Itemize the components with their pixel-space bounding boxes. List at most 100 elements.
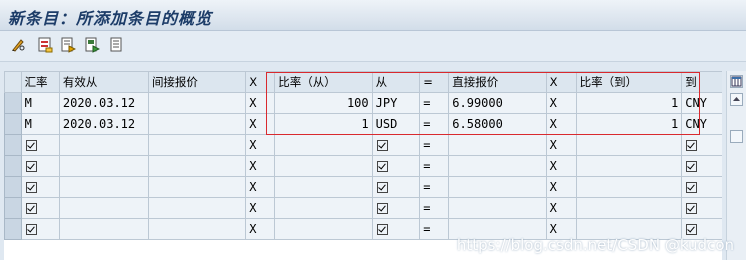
cell-ratio-from[interactable]: 100: [274, 92, 373, 114]
row-selector[interactable]: [4, 92, 22, 114]
cell-to-currency[interactable]: [681, 197, 722, 219]
row-selector[interactable]: [4, 197, 22, 219]
vertical-scrollbar[interactable]: [726, 71, 746, 260]
cell-from-currency[interactable]: [371, 197, 421, 219]
cell-from-currency[interactable]: [371, 155, 421, 177]
scroll-up-button[interactable]: [730, 93, 743, 106]
scrollbar-thumb[interactable]: [730, 130, 743, 143]
cell-direct-quote[interactable]: [448, 197, 547, 219]
cell-indirect-quote[interactable]: [147, 92, 247, 114]
cell-equals[interactable]: =: [419, 134, 450, 156]
cell-ratio-to[interactable]: 1: [575, 92, 683, 114]
cell-ratio-to[interactable]: [575, 155, 683, 177]
cell-direct-quote[interactable]: 6.58000: [448, 113, 547, 135]
cell-direct-quote[interactable]: [448, 155, 547, 177]
cell-ratio-to[interactable]: [575, 197, 683, 219]
checkbox-icon[interactable]: [376, 224, 388, 235]
cell-to-currency[interactable]: [681, 155, 722, 177]
cell-to-currency[interactable]: [681, 176, 722, 198]
cell-x2[interactable]: X: [545, 176, 577, 198]
cell-equals[interactable]: =: [419, 155, 450, 177]
cell-equals[interactable]: =: [419, 113, 450, 135]
cell-direct-quote[interactable]: 6.99000: [448, 92, 547, 114]
cell-x2[interactable]: X: [545, 92, 577, 114]
header-valid-from[interactable]: 有效从: [58, 71, 149, 93]
cell-x2[interactable]: X: [545, 155, 577, 177]
cell-rate-type[interactable]: [20, 155, 60, 177]
row-selector[interactable]: [4, 155, 22, 177]
header-equals[interactable]: =: [419, 71, 450, 93]
pencil-glasses-icon[interactable]: [10, 37, 26, 53]
header-from-currency[interactable]: 从: [371, 71, 421, 93]
cell-valid-from[interactable]: 2020.03.12: [58, 92, 149, 114]
cell-equals[interactable]: =: [419, 176, 450, 198]
header-indirect-quote[interactable]: 间接报价: [147, 71, 247, 93]
cell-rate-type[interactable]: [20, 134, 60, 156]
checkbox-icon[interactable]: [686, 224, 698, 235]
new-entries-icon[interactable]: [37, 37, 53, 53]
header-ratio-to[interactable]: 比率（到）: [575, 71, 683, 93]
row-selector[interactable]: [4, 113, 22, 135]
cell-indirect-quote[interactable]: [147, 113, 247, 135]
cell-rate-type[interactable]: M: [20, 113, 60, 135]
cell-indirect-quote[interactable]: [147, 134, 247, 156]
cell-valid-from[interactable]: [58, 218, 149, 240]
cell-ratio-from[interactable]: [274, 176, 373, 198]
cell-direct-quote[interactable]: [448, 176, 547, 198]
cell-rate-type[interactable]: M: [20, 92, 60, 114]
cell-x2[interactable]: X: [545, 113, 577, 135]
cell-valid-from[interactable]: [58, 176, 149, 198]
checkbox-icon[interactable]: [376, 161, 388, 172]
cell-x1[interactable]: X: [245, 155, 276, 177]
cell-x1[interactable]: X: [245, 218, 276, 240]
cell-to-currency[interactable]: CNY: [681, 113, 722, 135]
cell-equals[interactable]: =: [419, 197, 450, 219]
cell-from-currency[interactable]: JPY: [371, 92, 421, 114]
cell-x1[interactable]: X: [245, 134, 276, 156]
checkbox-icon[interactable]: [376, 203, 388, 214]
cell-indirect-quote[interactable]: [147, 218, 247, 240]
cell-ratio-from[interactable]: [274, 218, 373, 240]
cell-x2[interactable]: X: [545, 134, 577, 156]
row-selector[interactable]: [4, 218, 22, 240]
checkbox-icon[interactable]: [25, 140, 37, 151]
header-to-currency[interactable]: 到: [681, 71, 722, 93]
cell-valid-from[interactable]: 2020.03.12: [58, 113, 149, 135]
cell-x1[interactable]: X: [245, 92, 276, 114]
cell-rate-type[interactable]: [20, 218, 60, 240]
cell-x1[interactable]: X: [245, 197, 276, 219]
header-ratio-from[interactable]: 比率（从）: [274, 71, 373, 93]
save-icon[interactable]: [84, 37, 100, 53]
header-x1[interactable]: X: [245, 71, 276, 93]
cell-ratio-from[interactable]: 1: [274, 113, 373, 135]
select-all-cell[interactable]: [4, 71, 22, 93]
checkbox-icon[interactable]: [25, 182, 37, 193]
cell-from-currency[interactable]: [371, 176, 421, 198]
cell-from-currency[interactable]: [371, 134, 421, 156]
cell-ratio-from[interactable]: [274, 134, 373, 156]
copy-as-icon[interactable]: [60, 37, 76, 53]
document-icon[interactable]: [108, 37, 124, 53]
checkbox-icon[interactable]: [686, 161, 698, 172]
cell-x2[interactable]: X: [545, 197, 577, 219]
cell-x1[interactable]: X: [245, 113, 276, 135]
cell-ratio-from[interactable]: [274, 197, 373, 219]
header-direct-quote[interactable]: 直接报价: [448, 71, 547, 93]
cell-x1[interactable]: X: [245, 176, 276, 198]
cell-equals[interactable]: =: [419, 218, 450, 240]
checkbox-icon[interactable]: [25, 161, 37, 172]
cell-ratio-to[interactable]: 1: [575, 113, 683, 135]
cell-direct-quote[interactable]: [448, 134, 547, 156]
header-x2[interactable]: X: [545, 71, 577, 93]
cell-from-currency[interactable]: [371, 218, 421, 240]
checkbox-icon[interactable]: [686, 203, 698, 214]
checkbox-icon[interactable]: [25, 224, 37, 235]
cell-indirect-quote[interactable]: [147, 176, 247, 198]
cell-equals[interactable]: =: [419, 92, 450, 114]
column-layout-icon[interactable]: [730, 75, 743, 88]
row-selector[interactable]: [4, 176, 22, 198]
checkbox-icon[interactable]: [686, 140, 698, 151]
checkbox-icon[interactable]: [376, 140, 388, 151]
cell-valid-from[interactable]: [58, 197, 149, 219]
cell-ratio-to[interactable]: [575, 134, 683, 156]
